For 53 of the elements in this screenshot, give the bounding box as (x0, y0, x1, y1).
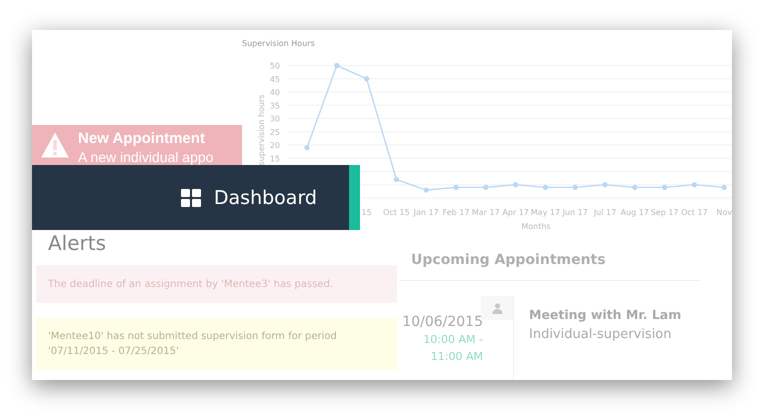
x-tick-label: Apr 17 (502, 208, 529, 217)
data-point (424, 187, 429, 193)
x-tick-label: Jul 17 (594, 208, 616, 217)
appointments-heading: Upcoming Appointments (399, 232, 701, 281)
data-point (572, 184, 578, 190)
x-tick-label: Sep 17 (650, 208, 678, 217)
y-tick-label: 40 (270, 88, 280, 97)
data-point (334, 62, 340, 68)
data-point (364, 76, 370, 82)
y-tick-label: 30 (270, 114, 280, 124)
user-icon (492, 302, 502, 314)
alert-message: The deadline of an assignment by 'Mentee3' has passed. (36, 265, 397, 303)
alerts-heading: Alerts (47, 232, 108, 254)
appointment-type: Individual-supervision (529, 326, 672, 344)
notification-text: A new individual appo (78, 148, 214, 166)
y-tick-label: 15 (270, 154, 280, 164)
y-tick-label: 25 (270, 128, 280, 137)
x-tick-label: Jan 17 (414, 208, 439, 217)
data-point (542, 184, 548, 190)
alert-message: 'Mentee10' has not submitted supervision form for period '07/11/2015 - 07/25/2015' (36, 318, 397, 370)
data-point (304, 145, 310, 150)
y-tick-label: 50 (270, 62, 280, 70)
appointment-date: 10/06/2015 (402, 313, 483, 331)
data-point (453, 184, 459, 190)
y-tick-label: 35 (270, 101, 280, 110)
appointment-title: Meeting with Mr. Lam (529, 306, 682, 324)
data-point (394, 176, 399, 182)
x-tick-label: Oct 15 (383, 208, 410, 217)
x-tick-label: Nov (716, 208, 732, 217)
x-tick-label: May 17 (530, 208, 560, 217)
x-tick-label: 15 (362, 208, 372, 217)
warning-icon (40, 131, 70, 159)
data-point (602, 182, 608, 188)
data-point (513, 182, 518, 188)
data-point (632, 184, 638, 190)
data-point (722, 184, 727, 190)
x-tick-label: Aug 17 (620, 208, 649, 217)
data-point (692, 182, 697, 188)
chart-title: Supervision Hours (242, 38, 315, 48)
x-tick-label: Oct 17 (681, 208, 708, 217)
appointment-time: 10:00 AM - 11:00 AM (422, 332, 483, 365)
y-tick-label: 20 (270, 141, 280, 150)
notification-title: New Appointment (78, 129, 206, 148)
x-axis-title: Months (521, 222, 551, 231)
grid-icon (180, 188, 201, 206)
data-point (483, 184, 488, 190)
y-axis-title: supervision hours (257, 94, 266, 166)
x-tick-label: Mar 17 (472, 208, 500, 217)
x-tick-label: Feb 17 (442, 208, 470, 217)
y-tick-label: 45 (270, 74, 280, 84)
data-point (662, 184, 668, 190)
dashboard-title: Dashboard (214, 186, 317, 208)
x-tick-label: Jun 17 (562, 208, 588, 217)
